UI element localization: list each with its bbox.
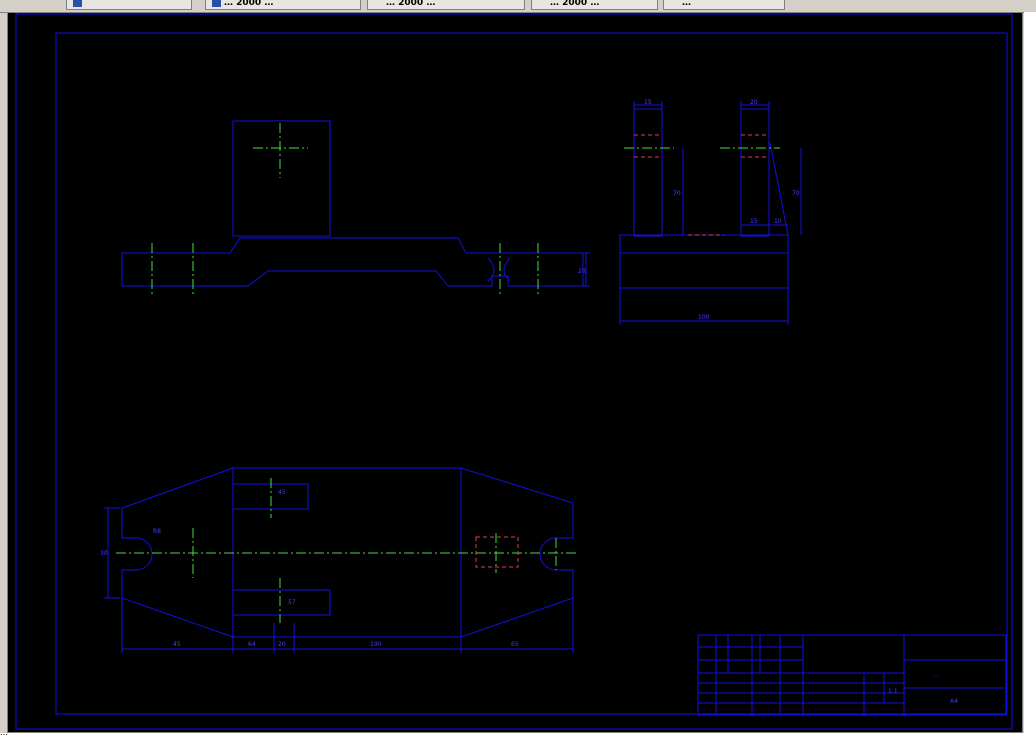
title-block xyxy=(697,634,1007,716)
taskbar-button-3[interactable]: … 2000 … xyxy=(367,0,525,10)
taskbar-button-label: … 2000 … xyxy=(386,0,436,8)
taskbar-button-4[interactable]: … 2000 … xyxy=(531,0,658,10)
dim-text: 10 xyxy=(774,218,782,225)
taskbar-button-1[interactable] xyxy=(66,0,192,10)
plan-view xyxy=(104,467,574,653)
front-view-base xyxy=(121,237,584,287)
title-block-scale: 1:1 xyxy=(888,688,898,695)
front-view-upright xyxy=(232,120,331,237)
dim-text: 20 xyxy=(578,268,586,275)
status-text: … xyxy=(0,728,8,737)
dim-text: 45 xyxy=(173,641,181,648)
dim-text: 57 xyxy=(288,599,296,606)
center-lines xyxy=(116,123,780,623)
app-icon xyxy=(73,0,82,7)
right-scroll-area xyxy=(1024,12,1036,733)
dim-text: 20 xyxy=(278,641,286,648)
dim-text: 65 xyxy=(511,641,519,648)
dim-text: 15 xyxy=(644,99,652,106)
bottom-status-bar xyxy=(0,733,1036,738)
side-view-left-post xyxy=(633,108,663,237)
plan-slot-bottom xyxy=(232,589,331,616)
hidden-lines xyxy=(475,134,769,568)
dim-text: 15 xyxy=(750,218,758,225)
side-view-base xyxy=(619,252,789,289)
dim-text: 100 xyxy=(698,314,710,321)
front-view xyxy=(121,120,590,287)
dim-text: 64 xyxy=(248,641,256,648)
side-view-base-top xyxy=(619,234,789,254)
cad-drawing-canvas: 15 20 70 70 15 10 100 20 30 R8 45 57 45 … xyxy=(15,13,1013,730)
taskbar-button-2[interactable]: … 2000 … xyxy=(205,0,361,10)
dim-text: 70 xyxy=(673,190,681,197)
dim-text: 30 xyxy=(100,550,108,557)
sheet-inner-frame xyxy=(55,32,1008,715)
side-view-right-post xyxy=(740,108,770,237)
dim-text: 190 xyxy=(370,641,382,648)
dim-text: R8 xyxy=(153,528,161,535)
sheet-outer-frame xyxy=(15,13,1013,730)
taskbar-button-label: … xyxy=(682,0,691,8)
taskbar-button-label: … 2000 … xyxy=(224,0,274,8)
title-block-title: … xyxy=(933,672,939,679)
dim-text: 45 xyxy=(278,489,286,496)
app-icon xyxy=(212,0,221,7)
cad-drawing-viewport[interactable]: 15 20 70 70 15 10 100 20 30 R8 45 57 45 … xyxy=(7,12,1023,733)
dim-text: 20 xyxy=(750,99,758,106)
taskbar-button-5[interactable]: … xyxy=(663,0,785,10)
dim-text: 70 xyxy=(792,190,800,197)
side-view xyxy=(619,101,802,325)
taskbar-button-label: … 2000 … xyxy=(550,0,600,8)
title-block-sheet-size: A4 xyxy=(950,698,958,705)
